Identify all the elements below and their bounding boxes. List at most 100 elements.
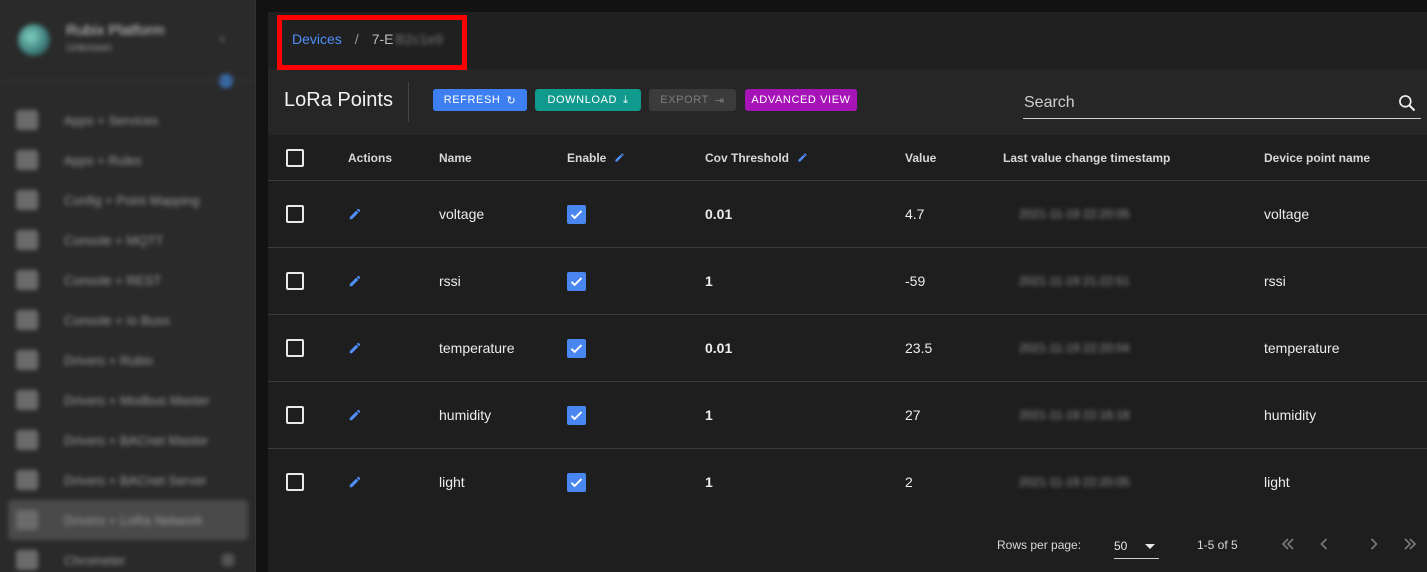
- cell-cov-threshold: 0.01: [705, 340, 733, 356]
- header-cov-label: Cov Threshold: [705, 150, 790, 165]
- sidebar-item-label: Drivers + BACnet Master: [64, 432, 209, 448]
- sidebar-item-drivers-bacnet-server[interactable]: Drivers + BACnet Server: [0, 460, 255, 500]
- header-name[interactable]: Name: [439, 135, 472, 180]
- sidebar-item-label: Chrometer: [64, 552, 126, 568]
- enable-checkbox[interactable]: [567, 338, 586, 358]
- timestamp-text: 2021-11-19 22:16:18: [1019, 408, 1130, 422]
- row-actions: [348, 315, 362, 381]
- cell-value: 27: [905, 407, 921, 423]
- bulk-edit-cov-icon[interactable]: [797, 152, 808, 163]
- rows-per-page-select[interactable]: 50: [1114, 533, 1159, 559]
- row-checkbox[interactable]: [286, 205, 304, 223]
- search-input[interactable]: [1023, 89, 1383, 117]
- advanced-view-button[interactable]: ADVANCED VIEW: [745, 89, 857, 111]
- export-button[interactable]: EXPORT ⇥: [649, 89, 736, 111]
- edit-icon[interactable]: [348, 475, 362, 489]
- refresh-button[interactable]: REFRESH ↻: [433, 89, 527, 111]
- cell-enable: [567, 449, 586, 515]
- rest-icon: [16, 270, 38, 290]
- row-select-cell: [286, 181, 304, 247]
- sidebar-item-label: Drivers + Modbus Master: [64, 392, 210, 408]
- sidebar-item-label: Console + REST: [64, 272, 162, 288]
- row-select-cell: [286, 248, 304, 314]
- refresh-icon: ↻: [506, 94, 517, 107]
- enable-checkbox[interactable]: [567, 204, 586, 224]
- row-select-cell: [286, 449, 304, 515]
- previous-page-icon[interactable]: [1314, 534, 1334, 554]
- sidebar-item-apps-services[interactable]: Apps + Services: [0, 100, 255, 140]
- edit-icon[interactable]: [348, 274, 362, 288]
- edit-icon[interactable]: [348, 207, 362, 221]
- sidebar-item-point-mapping[interactable]: Config + Point Mapping: [0, 180, 255, 220]
- sidebar-item-drivers-bacnet-master[interactable]: Drivers + BACnet Master: [0, 420, 255, 460]
- download-button[interactable]: DOWNLOAD ⤓: [535, 89, 641, 111]
- sidebar-item-console-io[interactable]: Console + Io Buss: [0, 300, 255, 340]
- table-row[interactable]: temperature 0.01 23.5 2021-11-19 22:20:0…: [268, 315, 1427, 382]
- table-row[interactable]: humidity 1 27 2021-11-19 22:16:18 humidi…: [268, 382, 1427, 449]
- enable-checkbox[interactable]: [567, 472, 586, 492]
- edit-icon[interactable]: [348, 341, 362, 355]
- table-row[interactable]: voltage 0.01 4.7 2021-11-19 22:20:05 vol…: [268, 181, 1427, 248]
- sidebar-item-drivers-modbus[interactable]: Drivers + Modbus Master: [0, 380, 255, 420]
- sidebar-nav: Apps + Services Apps + Rules Config + Po…: [0, 100, 255, 572]
- sidebar-item-chrometer[interactable]: Chrometer: [0, 540, 255, 572]
- row-select-cell: [286, 382, 304, 448]
- cell-name: rssi: [439, 273, 461, 289]
- select-all-checkbox[interactable]: [286, 148, 304, 167]
- brand-title: Rubix Platform: [66, 22, 165, 39]
- cell-name: humidity: [439, 407, 492, 423]
- table-row[interactable]: rssi 1 -59 2021-11-19 21:22:51 rssi: [268, 248, 1427, 315]
- cell-enable: [567, 181, 586, 247]
- header-enable[interactable]: Enable: [567, 135, 625, 180]
- row-select-cell: [286, 315, 304, 381]
- row-checkbox[interactable]: [286, 339, 304, 357]
- cell-enable: [567, 382, 586, 448]
- brand[interactable]: Rubix Platform Unknown ‹: [14, 18, 244, 62]
- sidebar-item-drivers-rubix[interactable]: Drivers + Rubix: [0, 340, 255, 380]
- first-page-icon[interactable]: [1278, 534, 1298, 554]
- table-pagination: Rows per page: 50 1-5 of 5: [268, 515, 1427, 572]
- page-title: LoRa Points: [284, 89, 393, 111]
- rows-per-page-label: Rows per page:: [997, 538, 1082, 552]
- select-all-cell: [286, 135, 304, 180]
- chevron-left-icon[interactable]: ‹: [220, 30, 225, 46]
- row-checkbox[interactable]: [286, 473, 304, 491]
- sidebar-item-drivers-lora[interactable]: Drivers + LoRa Network: [8, 500, 248, 540]
- row-checkbox[interactable]: [286, 406, 304, 424]
- highlight-annotation: [277, 15, 467, 70]
- table-header: Actions Name Enable Cov Threshold Value …: [268, 135, 1427, 181]
- rows-per-page-value: 50: [1114, 538, 1128, 553]
- enable-checkbox[interactable]: [567, 405, 586, 425]
- cell-timestamp: 2021-11-19 22:20:05: [1003, 449, 1130, 515]
- sidebar-item-console-mqtt[interactable]: Console + MQTT: [0, 220, 255, 260]
- next-page-icon[interactable]: [1364, 534, 1384, 554]
- check-icon: [570, 410, 583, 420]
- table-row[interactable]: light 1 2 2021-11-19 22:20:05 light: [268, 449, 1427, 516]
- timestamp-text: 2021-11-19 22:20:05: [1019, 207, 1130, 221]
- bacnet-icon: [16, 430, 38, 450]
- cell-device-point-name: light: [1264, 474, 1290, 490]
- cloud-icon: [16, 350, 38, 370]
- header-value[interactable]: Value: [905, 135, 936, 180]
- sidebar-item-label: Console + MQTT: [64, 232, 164, 248]
- row-checkbox[interactable]: [286, 272, 304, 290]
- sidebar-item-console-rest[interactable]: Console + REST: [0, 260, 255, 300]
- last-page-icon[interactable]: [1400, 534, 1420, 554]
- refresh-label: REFRESH: [443, 94, 501, 106]
- cell-timestamp: 2021-11-19 21:22:51: [1003, 248, 1130, 314]
- caret-down-icon: [1145, 544, 1155, 549]
- server-icon: [16, 470, 38, 490]
- timestamp-text: 2021-11-19 22:20:05: [1019, 475, 1130, 489]
- header-actions[interactable]: Actions: [348, 135, 392, 180]
- header-timestamp[interactable]: Last value change timestamp: [1003, 135, 1170, 180]
- sidebar-item-label: Drivers + LoRa Network: [64, 512, 203, 528]
- cell-value: -59: [905, 273, 926, 289]
- bulk-edit-enable-icon[interactable]: [614, 152, 625, 163]
- enable-checkbox[interactable]: [567, 271, 586, 291]
- search-icon[interactable]: [1397, 93, 1417, 113]
- header-cov-threshold[interactable]: Cov Threshold: [705, 135, 808, 180]
- header-device-point-name[interactable]: Device point name: [1264, 135, 1370, 180]
- cell-enable: [567, 315, 586, 381]
- edit-icon[interactable]: [348, 408, 362, 422]
- sidebar-item-apps-rules[interactable]: Apps + Rules: [0, 140, 255, 180]
